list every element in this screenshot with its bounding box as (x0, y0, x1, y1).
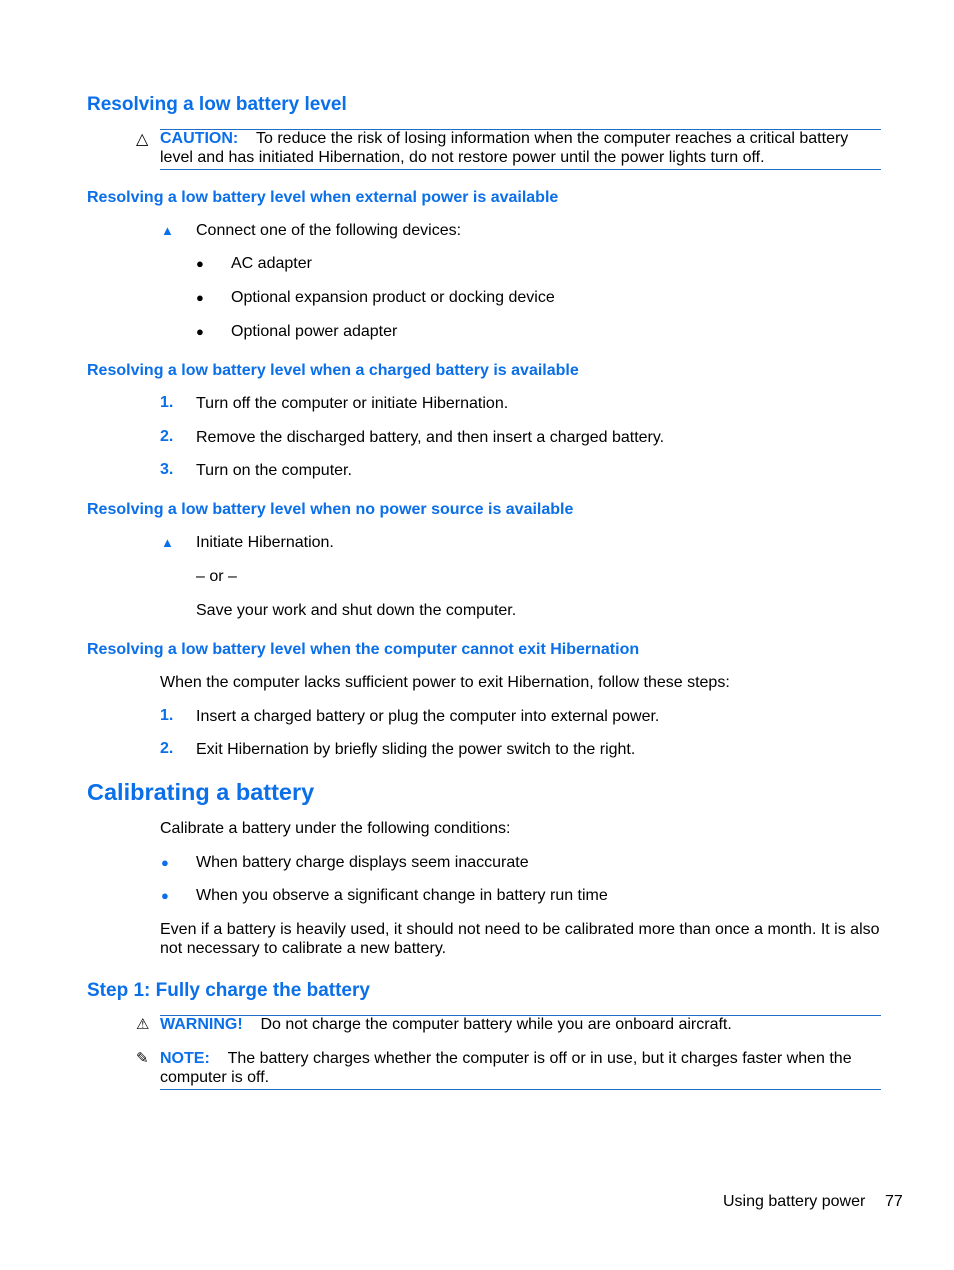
list-item: Optional power adapter (231, 323, 398, 340)
step-text: Turn on the computer. (196, 462, 352, 479)
paragraph-line-1: Even if a battery is heavily used, it sh… (160, 921, 880, 938)
intro-text: When the computer lacks sufficient power… (160, 674, 730, 691)
bullet-icon: ● (161, 888, 169, 903)
subheading-no-power: Resolving a low battery level when no po… (87, 501, 574, 518)
note-bottom-rule (160, 1089, 881, 1090)
warning-label: WARNING! (160, 1016, 243, 1033)
step-text: Insert a charged battery or plug the com… (196, 708, 660, 725)
list-item: When you observe a significant change in… (196, 887, 608, 904)
paragraph-line-2: not necessary to calibrate a new battery… (160, 940, 447, 957)
warning-triangle-icon: ⚠ (136, 1016, 150, 1033)
list-item: AC adapter (231, 255, 312, 272)
subheading-charged-battery: Resolving a low battery level when a cha… (87, 362, 579, 379)
step-number: 1. (160, 394, 174, 411)
section-heading-calibrating: Calibrating a battery (87, 779, 315, 805)
or-separator: – or – (196, 568, 237, 585)
caution-bottom-rule (160, 169, 881, 170)
caution-line-2: level and has initiated Hibernation, do … (160, 149, 765, 166)
note-line-1: NOTE: The battery charges whether the co… (160, 1050, 852, 1067)
bullet-icon: ● (196, 256, 204, 271)
step-number: 3. (160, 461, 174, 478)
note-label: NOTE: (160, 1050, 210, 1067)
footer-chapter: Using battery power (723, 1193, 866, 1210)
subheading-cannot-exit: Resolving a low battery level when the c… (87, 641, 640, 658)
bullet-icon: ● (161, 855, 169, 870)
step-number: 2. (160, 428, 174, 445)
step-number: 1. (160, 707, 174, 724)
step-triangle-icon: ▲ (161, 223, 174, 238)
intro-text: Calibrate a battery under the following … (160, 820, 511, 837)
section-heading-low-battery: Resolving a low battery level (87, 94, 347, 115)
step-text: Exit Hibernation by briefly sliding the … (196, 741, 636, 758)
warning-text: WARNING! Do not charge the computer batt… (160, 1016, 732, 1033)
bullet-icon: ● (196, 324, 204, 339)
section-heading-step1: Step 1: Fully charge the battery (87, 980, 370, 1001)
list-item: When battery charge displays seem inaccu… (196, 854, 529, 871)
caution-line-1: CAUTION: To reduce the risk of losing in… (160, 130, 849, 147)
step-text: Initiate Hibernation. (196, 534, 334, 551)
step-number: 2. (160, 740, 174, 757)
caution-triangle-outline-icon: △ (136, 131, 149, 148)
footer-page-number: 77 (885, 1193, 903, 1210)
note-line-2: computer is off. (160, 1069, 270, 1086)
bullet-icon: ● (196, 290, 204, 305)
step-triangle-icon: ▲ (161, 535, 174, 550)
list-item: Optional expansion product or docking de… (231, 289, 555, 306)
alt-step-text: Save your work and shut down the compute… (196, 602, 517, 619)
caution-label: CAUTION: (160, 130, 239, 147)
note-pad-icon: ✎ (136, 1050, 149, 1067)
subheading-external-power: Resolving a low battery level when exter… (87, 189, 559, 206)
step-text: Turn off the computer or initiate Hibern… (196, 395, 509, 412)
step-text: Connect one of the following devices: (196, 222, 462, 239)
step-text: Remove the discharged battery, and then … (196, 429, 665, 446)
